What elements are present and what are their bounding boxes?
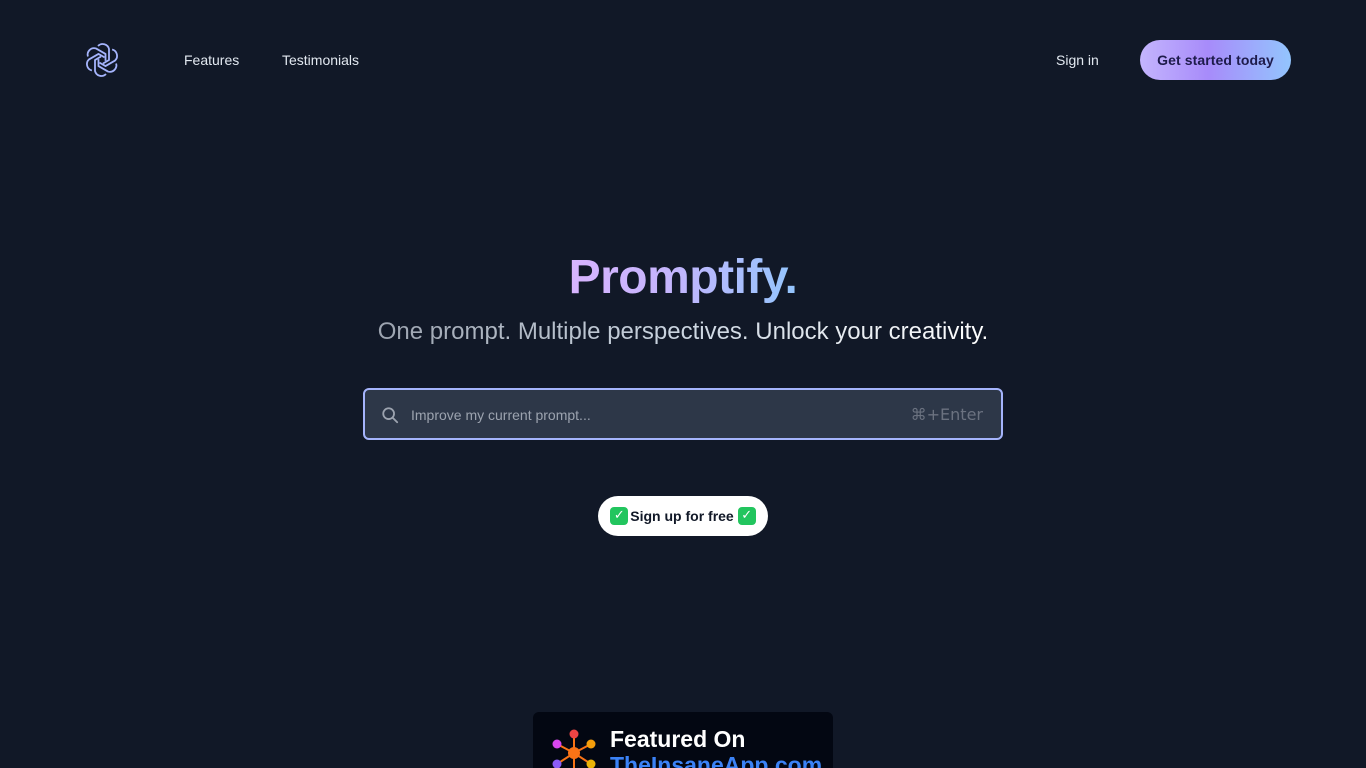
openai-knot-icon[interactable] xyxy=(84,42,120,78)
page: Features Testimonials Sign in Get starte… xyxy=(0,0,1366,768)
check-mark-icon: ✓ xyxy=(737,507,756,525)
hero-title: Promptify. xyxy=(0,248,1366,308)
keyboard-shortcut-hint: ⌘+Enter xyxy=(910,405,983,424)
sign-up-free-button[interactable]: ✓ Sign up for free ✓ xyxy=(598,496,768,536)
network-nodes-icon xyxy=(552,729,596,768)
featured-on-badge[interactable]: Featured On TheInsaneApp.com xyxy=(533,712,833,768)
sign-in-link[interactable]: Sign in xyxy=(1056,50,1099,70)
hero-subtitle-text: One prompt. Multiple perspectives. Unloc… xyxy=(377,318,989,345)
nav-link-testimonials[interactable]: Testimonials xyxy=(282,50,359,70)
check-mark-icon: ✓ xyxy=(610,507,629,525)
prompt-search-box[interactable]: ⌘+Enter xyxy=(363,388,1003,440)
get-started-button[interactable]: Get started today xyxy=(1140,40,1291,80)
prompt-input[interactable] xyxy=(409,390,893,440)
sign-up-label: Sign up for free xyxy=(630,508,734,524)
featured-site-text: TheInsaneApp.com xyxy=(610,752,823,768)
hero-subtitle: One prompt. Multiple perspectives. Unloc… xyxy=(0,316,1366,348)
search-icon xyxy=(382,407,399,424)
nav-link-features[interactable]: Features xyxy=(184,50,239,70)
top-navigation: Features Testimonials Sign in Get starte… xyxy=(0,0,1366,120)
hero-title-text: Promptify. xyxy=(568,251,798,304)
featured-on-text: Featured On xyxy=(610,726,746,752)
